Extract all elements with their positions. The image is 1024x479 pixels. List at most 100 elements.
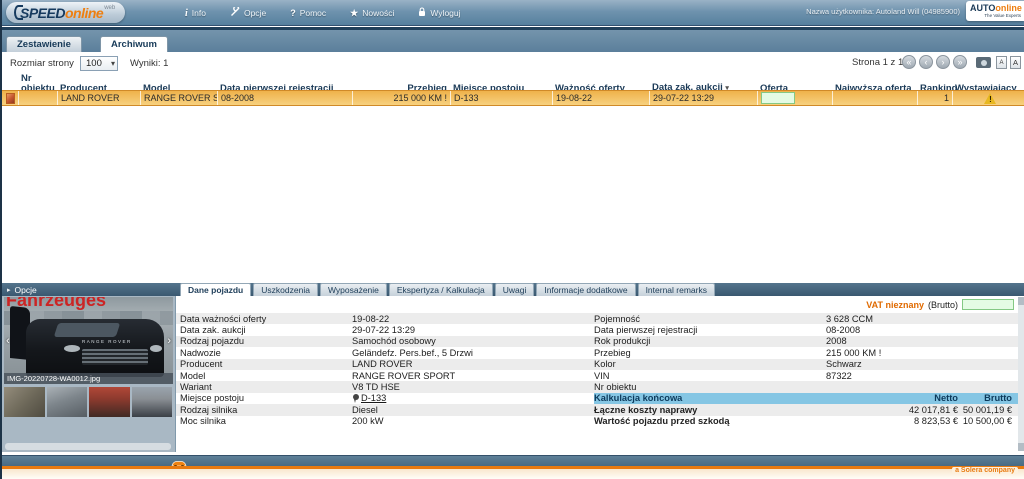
menu-item-info[interactable]: i Info: [185, 8, 206, 19]
cell-model: RANGE ROVER SPOR...: [140, 91, 217, 105]
menu-label: Pomoc: [299, 8, 327, 18]
field-row: Data zak. aukcji 29-07-22 13:29 Data pie…: [180, 325, 861, 336]
parking-location-link[interactable]: D-133: [361, 393, 386, 403]
detail-tab-uszkodzenia[interactable]: Uszkodzenia: [253, 283, 318, 296]
speedonline-app: SPEED online web i Info Opcje ? Pomoc ★ …: [0, 0, 1024, 479]
menu-label: Nowości: [362, 8, 395, 18]
next-page-button[interactable]: ›: [936, 55, 950, 69]
photo-thumbnail[interactable]: [46, 387, 87, 417]
photo-thumbnail[interactable]: [89, 387, 130, 417]
photo-grille: [82, 349, 148, 365]
detail-tab-internal[interactable]: Internal remarks: [637, 283, 715, 296]
detail-tab-informacje[interactable]: Informacje dodatkowe: [536, 283, 636, 296]
footer-strip: [0, 469, 1024, 479]
thumbnail-scrollbar[interactable]: [5, 443, 171, 450]
logo-text-web: web: [104, 5, 116, 11]
username-label: Nazwa użytkownika: Autoland Will (049859…: [806, 7, 960, 16]
photo-caption: IMG-20220728-WA0012.jpg: [4, 373, 173, 384]
menu-item-opcje[interactable]: Opcje: [230, 5, 267, 19]
options-label: Opcje: [14, 284, 37, 295]
detail-tabbar: Dane pojazdu Uszkodzenia Wyposażenie Eks…: [176, 283, 1024, 296]
question-icon: ?: [290, 8, 296, 18]
cell-oferta: [757, 91, 832, 105]
vehicle-main-photo[interactable]: RANGE ROVER Fahrzeuges ‹ › IMG-20220728-…: [4, 297, 173, 384]
first-page-button[interactable]: «: [902, 55, 916, 69]
star-icon: ★: [350, 7, 359, 18]
prev-page-button[interactable]: ‹: [919, 55, 933, 69]
vehicle-data-panel: VAT nieznany (Brutto) Data ważności ofer…: [176, 296, 1024, 452]
menu-item-pomoc[interactable]: ? Pomoc: [290, 8, 326, 18]
field-row: Data ważności oferty 19-08-22 Pojemność 3…: [176, 313, 1018, 325]
photo-panel: RANGE ROVER Fahrzeuges ‹ › IMG-20220728-…: [2, 296, 176, 452]
field-row: Miejsce postoju D-133 Kalkulacja końcowa…: [176, 392, 1018, 405]
cell-nr-obiektu: [18, 91, 57, 105]
menu-label: Wyloguj: [430, 8, 461, 18]
menu-item-nowosci[interactable]: ★ Nowości: [350, 8, 394, 19]
results-label: Wyniki: 1: [130, 58, 169, 69]
main-tabstrip: Zestawienie Archiwum: [0, 30, 1024, 52]
menu-label: Opcje: [243, 8, 267, 18]
menu-item-wyloguj[interactable]: Wyloguj: [418, 7, 461, 19]
photo-thumbnail[interactable]: [131, 387, 172, 417]
camera-icon[interactable]: [976, 57, 991, 68]
photo-headlamp: [64, 345, 80, 352]
cell-najwyzsza: [832, 91, 917, 105]
cell-miejsce: D-133: [450, 91, 552, 105]
field-row: Producent LAND ROVER Kolor Schwarz: [176, 358, 1018, 370]
photo-thumbnails: [4, 387, 172, 417]
last-page-button[interactable]: »: [953, 55, 967, 69]
photo-prev-arrow[interactable]: ‹: [6, 335, 10, 347]
photo-next-arrow[interactable]: ›: [167, 335, 171, 347]
cell-ranking: 1: [917, 91, 952, 105]
tab-zestawienie[interactable]: Zestawienie: [6, 36, 82, 52]
cell-data-zak: 29-07-22 13:29: [649, 91, 757, 105]
calc-row: Wartość pojazdu przed szkodą 8 823,53 € …: [594, 416, 1012, 427]
tab-archiwum[interactable]: Archiwum: [100, 36, 168, 52]
options-expander[interactable]: ▸ Opcje: [2, 283, 176, 296]
photo-thumbnail-icon[interactable]: [6, 92, 15, 104]
field-row: Wariant V8 TD HSE Nr obiektu: [176, 381, 1018, 393]
page-size-label: Rozmiar strony: [10, 58, 74, 69]
field-row: Rodzaj silnika Diesel Łączne koszty napr…: [176, 404, 1018, 416]
wrench-icon: [230, 5, 240, 19]
vat-suffix: (Brutto): [927, 299, 958, 310]
photo-watermark: Fahrzeuges: [6, 297, 107, 310]
autoonline-logo: AUTOonline The Value Experts: [966, 1, 1024, 21]
chevron-down-icon: ▾: [110, 59, 115, 68]
field-row: Model RANGE ROVER SPORT VIN 87322: [180, 370, 852, 381]
vehicle-fields: Data ważności oferty 19-08-22 Pojemność 3…: [176, 313, 1018, 427]
detail-tab-dane-pojazdu[interactable]: Dane pojazdu: [180, 283, 252, 296]
font-size-medium-button[interactable]: A: [1010, 56, 1021, 69]
detail-scrollbar[interactable]: [1018, 297, 1024, 451]
auction-row[interactable]: LAND ROVER RANGE ROVER SPOR... 08-2008 2…: [2, 90, 1024, 106]
detail-tab-uwagi[interactable]: Uwagi: [494, 283, 535, 296]
expand-arrow-icon: ▸: [7, 286, 11, 294]
cell-przebieg: 215 000 KM !: [352, 91, 450, 105]
page-size-select[interactable]: 100 ▾: [80, 56, 118, 71]
photo-hood-text: RANGE ROVER: [82, 339, 132, 344]
photo-thumbnail[interactable]: [4, 387, 45, 417]
location-pin-icon: [352, 393, 359, 403]
vat-row: VAT nieznany (Brutto): [866, 299, 1014, 310]
logo-text-speed: SPEED: [20, 4, 65, 21]
warning-icon[interactable]: !: [984, 92, 997, 104]
page-info-label: Strona 1 z 1: [852, 57, 904, 68]
logo-text-online: online: [64, 4, 104, 21]
photo-headlamp: [150, 345, 162, 352]
menu-label: Info: [191, 8, 206, 18]
window-edge: [0, 0, 2, 479]
offer-input[interactable]: [761, 92, 795, 104]
vat-label: VAT nieznany: [866, 299, 924, 310]
font-size-small-button[interactable]: A: [996, 56, 1007, 69]
cell-waznosc: 19-08-22: [552, 91, 649, 105]
detail-tab-ekspertyza[interactable]: Ekspertyza / Kalkulacja: [388, 283, 493, 296]
detail-tab-wyposazenie[interactable]: Wyposażenie: [319, 283, 387, 296]
cell-producent: LAND ROVER: [57, 91, 140, 105]
vat-input[interactable]: [962, 299, 1014, 310]
app-logo[interactable]: SPEED online web: [6, 2, 126, 23]
top-menu: i Info Opcje ? Pomoc ★ Nowości Wyloguj: [185, 0, 461, 26]
info-icon: i: [185, 7, 188, 19]
photo-windshield: [53, 323, 121, 337]
field-row: Moc silnika 200 kW Wartość pojazdu przed…: [176, 416, 1018, 427]
field-row: Rodzaj pojazdu Samochód osobowy Rok prod…: [176, 335, 1018, 348]
